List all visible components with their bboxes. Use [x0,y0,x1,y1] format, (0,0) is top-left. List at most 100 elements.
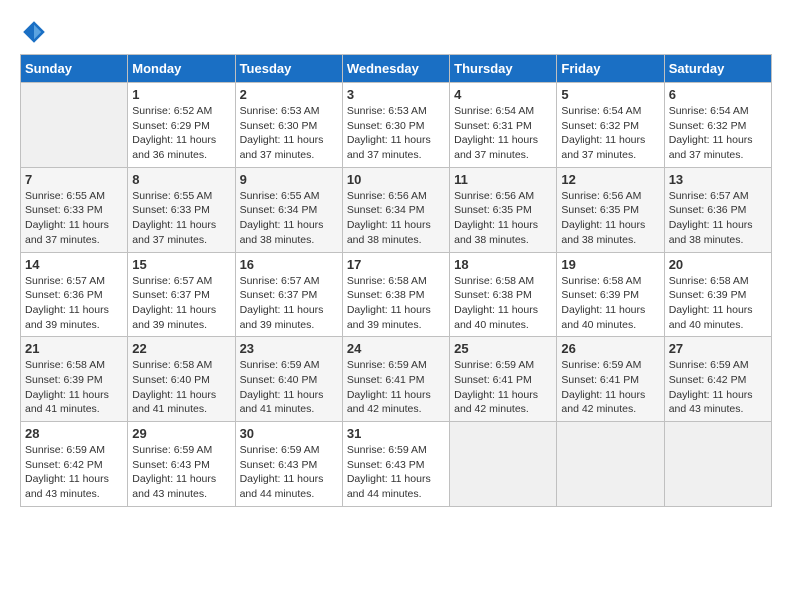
day-cell: 25Sunrise: 6:59 AMSunset: 6:41 PMDayligh… [450,337,557,422]
week-row-5: 28 Sunrise: 6:59 AMSunset: 6:42 PMDayligh… [21,422,772,507]
day-number: 23 [240,341,338,356]
day-number: 29 [132,426,230,441]
day-cell: 5 Sunrise: 6:54 AMSunset: 6:32 PMDaylight… [557,83,664,168]
column-header-sunday: Sunday [21,55,128,83]
day-cell: 21 Sunrise: 6:58 AMSunset: 6:39 PMDayligh… [21,337,128,422]
day-info: Sunrise: 6:55 AMSunset: 6:33 PMDaylight:… [132,189,230,248]
day-info: Sunrise: 6:58 AMSunset: 6:38 PMDaylight:… [347,274,445,333]
day-cell: 14 Sunrise: 6:57 AMSunset: 6:36 PMDayligh… [21,252,128,337]
day-number: 4 [454,87,552,102]
day-cell [21,83,128,168]
day-number: 11 [454,172,552,187]
day-number: 20 [669,257,767,272]
calendar-table: SundayMondayTuesdayWednesdayThursdayFrid… [20,54,772,507]
day-cell: 27 Sunrise: 6:59 AMSunset: 6:42 PMDayligh… [664,337,771,422]
day-cell: 10Sunrise: 6:56 AMSunset: 6:34 PMDayligh… [342,167,449,252]
day-cell: 11 Sunrise: 6:56 AMSunset: 6:35 PMDayligh… [450,167,557,252]
day-info: Sunrise: 6:57 AMSunset: 6:37 PMDaylight:… [132,274,230,333]
day-cell: 30 Sunrise: 6:59 AMSunset: 6:43 PMDayligh… [235,422,342,507]
day-info: Sunrise: 6:59 AMSunset: 6:43 PMDaylight:… [240,443,338,502]
day-cell: 31Sunrise: 6:59 AMSunset: 6:43 PMDayligh… [342,422,449,507]
day-info: Sunrise: 6:54 AMSunset: 6:31 PMDaylight:… [454,104,552,163]
day-number: 3 [347,87,445,102]
day-info: Sunrise: 6:59 AMSunset: 6:41 PMDaylight:… [454,358,552,417]
day-number: 22 [132,341,230,356]
day-cell: 16 Sunrise: 6:57 AMSunset: 6:37 PMDayligh… [235,252,342,337]
day-info: Sunrise: 6:58 AMSunset: 6:39 PMDaylight:… [669,274,767,333]
day-cell [450,422,557,507]
day-cell: 2 Sunrise: 6:53 AMSunset: 6:30 PMDaylight… [235,83,342,168]
day-cell: 29 Sunrise: 6:59 AMSunset: 6:43 PMDayligh… [128,422,235,507]
day-info: Sunrise: 6:57 AMSunset: 6:36 PMDaylight:… [669,189,767,248]
day-number: 8 [132,172,230,187]
day-cell [664,422,771,507]
day-number: 24 [347,341,445,356]
day-info: Sunrise: 6:59 AMSunset: 6:42 PMDaylight:… [669,358,767,417]
day-cell: 7 Sunrise: 6:55 AMSunset: 6:33 PMDaylight… [21,167,128,252]
day-number: 18 [454,257,552,272]
day-info: Sunrise: 6:57 AMSunset: 6:36 PMDaylight:… [25,274,123,333]
day-cell: 13 Sunrise: 6:57 AMSunset: 6:36 PMDayligh… [664,167,771,252]
day-cell: 28 Sunrise: 6:59 AMSunset: 6:42 PMDayligh… [21,422,128,507]
day-number: 7 [25,172,123,187]
day-number: 17 [347,257,445,272]
day-cell: 18 Sunrise: 6:58 AMSunset: 6:38 PMDayligh… [450,252,557,337]
column-header-tuesday: Tuesday [235,55,342,83]
day-number: 21 [25,341,123,356]
day-number: 10 [347,172,445,187]
day-cell: 19Sunrise: 6:58 AMSunset: 6:39 PMDayligh… [557,252,664,337]
week-row-4: 21 Sunrise: 6:58 AMSunset: 6:39 PMDayligh… [21,337,772,422]
day-info: Sunrise: 6:54 AMSunset: 6:32 PMDaylight:… [669,104,767,163]
day-info: Sunrise: 6:55 AMSunset: 6:33 PMDaylight:… [25,189,123,248]
day-number: 31 [347,426,445,441]
day-info: Sunrise: 6:59 AMSunset: 6:42 PMDaylight:… [25,443,123,502]
column-header-wednesday: Wednesday [342,55,449,83]
day-info: Sunrise: 6:54 AMSunset: 6:32 PMDaylight:… [561,104,659,163]
day-info: Sunrise: 6:56 AMSunset: 6:35 PMDaylight:… [454,189,552,248]
week-row-1: 1 Sunrise: 6:52 AMSunset: 6:29 PMDaylight… [21,83,772,168]
day-cell: 20 Sunrise: 6:58 AMSunset: 6:39 PMDayligh… [664,252,771,337]
day-number: 2 [240,87,338,102]
day-info: Sunrise: 6:53 AMSunset: 6:30 PMDaylight:… [240,104,338,163]
day-number: 6 [669,87,767,102]
day-cell: 22Sunrise: 6:58 AMSunset: 6:40 PMDayligh… [128,337,235,422]
day-number: 19 [561,257,659,272]
logo-icon [22,20,46,44]
day-info: Sunrise: 6:56 AMSunset: 6:35 PMDaylight:… [561,189,659,248]
header-row: SundayMondayTuesdayWednesdayThursdayFrid… [21,55,772,83]
column-header-saturday: Saturday [664,55,771,83]
day-number: 9 [240,172,338,187]
day-cell: 24Sunrise: 6:59 AMSunset: 6:41 PMDayligh… [342,337,449,422]
day-info: Sunrise: 6:58 AMSunset: 6:39 PMDaylight:… [25,358,123,417]
day-info: Sunrise: 6:52 AMSunset: 6:29 PMDaylight:… [132,104,230,163]
day-cell: 1 Sunrise: 6:52 AMSunset: 6:29 PMDaylight… [128,83,235,168]
day-cell: 8 Sunrise: 6:55 AMSunset: 6:33 PMDaylight… [128,167,235,252]
day-number: 26 [561,341,659,356]
day-cell: 12Sunrise: 6:56 AMSunset: 6:35 PMDayligh… [557,167,664,252]
day-cell: 15 Sunrise: 6:57 AMSunset: 6:37 PMDayligh… [128,252,235,337]
day-number: 30 [240,426,338,441]
day-number: 5 [561,87,659,102]
day-number: 15 [132,257,230,272]
day-info: Sunrise: 6:58 AMSunset: 6:38 PMDaylight:… [454,274,552,333]
week-row-2: 7 Sunrise: 6:55 AMSunset: 6:33 PMDaylight… [21,167,772,252]
day-info: Sunrise: 6:59 AMSunset: 6:41 PMDaylight:… [561,358,659,417]
day-info: Sunrise: 6:53 AMSunset: 6:30 PMDaylight:… [347,104,445,163]
day-number: 16 [240,257,338,272]
day-info: Sunrise: 6:57 AMSunset: 6:37 PMDaylight:… [240,274,338,333]
day-cell: 4 Sunrise: 6:54 AMSunset: 6:31 PMDaylight… [450,83,557,168]
day-cell: 9Sunrise: 6:55 AMSunset: 6:34 PMDaylight… [235,167,342,252]
column-header-monday: Monday [128,55,235,83]
day-cell: 26 Sunrise: 6:59 AMSunset: 6:41 PMDayligh… [557,337,664,422]
week-row-3: 14 Sunrise: 6:57 AMSunset: 6:36 PMDayligh… [21,252,772,337]
day-info: Sunrise: 6:59 AMSunset: 6:43 PMDaylight:… [132,443,230,502]
day-cell: 23Sunrise: 6:59 AMSunset: 6:40 PMDayligh… [235,337,342,422]
day-number: 28 [25,426,123,441]
day-number: 13 [669,172,767,187]
logo [20,20,52,44]
page-header [20,20,772,44]
day-number: 14 [25,257,123,272]
day-cell: 17 Sunrise: 6:58 AMSunset: 6:38 PMDayligh… [342,252,449,337]
day-number: 1 [132,87,230,102]
day-number: 27 [669,341,767,356]
